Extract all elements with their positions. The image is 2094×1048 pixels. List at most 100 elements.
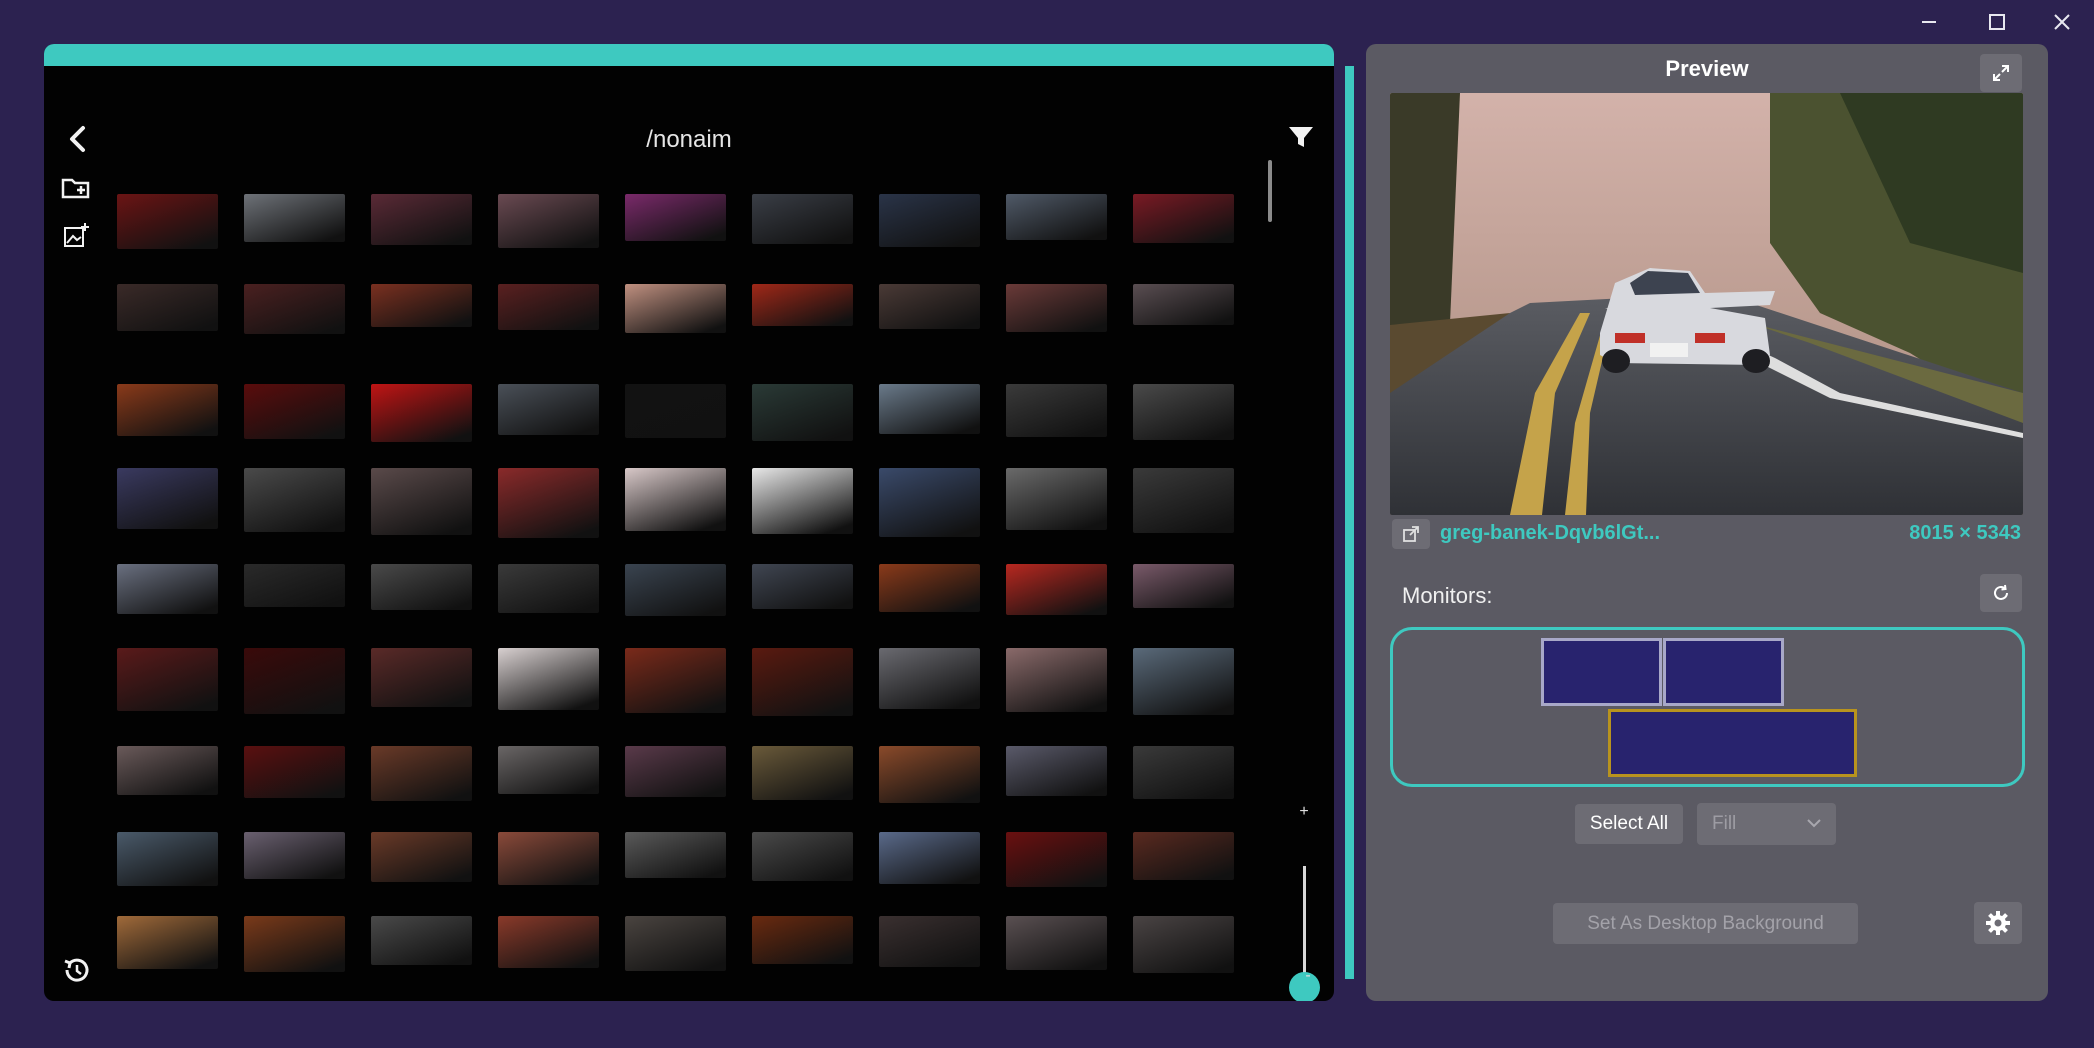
wallpaper-thumbnail[interactable]	[752, 284, 853, 326]
fill-mode-select[interactable]: Fill	[1697, 803, 1836, 845]
wallpaper-thumbnail[interactable]	[625, 832, 726, 878]
wallpaper-thumbnail[interactable]	[498, 746, 599, 794]
wallpaper-thumbnail[interactable]	[1006, 746, 1107, 796]
wallpaper-thumbnail[interactable]	[117, 284, 218, 331]
wallpaper-thumbnail[interactable]	[1006, 564, 1107, 615]
refresh-monitors-button[interactable]	[1980, 574, 2022, 612]
wallpaper-thumbnail[interactable]	[244, 916, 345, 972]
wallpaper-thumbnail[interactable]	[371, 916, 472, 965]
wallpaper-thumbnail[interactable]	[625, 564, 726, 616]
wallpaper-thumbnail[interactable]	[371, 468, 472, 535]
wallpaper-thumbnail[interactable]	[1133, 194, 1234, 243]
wallpaper-thumbnail[interactable]	[752, 468, 853, 534]
wallpaper-thumbnail[interactable]	[371, 648, 472, 707]
wallpaper-thumbnail[interactable]	[1006, 832, 1107, 887]
back-button[interactable]	[60, 122, 94, 156]
wallpaper-thumbnail[interactable]	[244, 832, 345, 879]
monitor-3[interactable]	[1608, 709, 1857, 777]
expand-preview-button[interactable]	[1980, 54, 2022, 92]
wallpaper-thumbnail[interactable]	[1133, 832, 1234, 880]
wallpaper-thumbnail[interactable]	[117, 194, 218, 249]
monitor-2[interactable]	[1663, 638, 1784, 706]
monitor-1[interactable]	[1541, 638, 1662, 706]
wallpaper-thumbnail[interactable]	[625, 648, 726, 713]
wallpaper-thumbnail[interactable]	[1133, 648, 1234, 715]
wallpaper-thumbnail[interactable]	[244, 194, 345, 242]
select-all-button[interactable]: Select All	[1575, 804, 1683, 844]
wallpaper-thumbnail[interactable]	[117, 832, 218, 886]
wallpaper-thumbnail[interactable]	[371, 746, 472, 801]
wallpaper-thumbnail[interactable]	[117, 564, 218, 614]
wallpaper-thumbnail[interactable]	[1006, 468, 1107, 530]
set-desktop-background-button[interactable]: Set As Desktop Background	[1553, 903, 1858, 944]
close-button[interactable]	[2037, 8, 2087, 36]
wallpaper-thumbnail[interactable]	[752, 916, 853, 964]
minimize-button[interactable]	[1904, 8, 1954, 36]
grid-scrollbar[interactable]	[1268, 160, 1272, 222]
wallpaper-thumbnail[interactable]	[498, 468, 599, 538]
wallpaper-thumbnail[interactable]	[117, 648, 218, 711]
wallpaper-thumbnail[interactable]	[879, 194, 980, 247]
wallpaper-thumbnail[interactable]	[498, 832, 599, 885]
wallpaper-thumbnail[interactable]	[1006, 384, 1107, 437]
wallpaper-thumbnail[interactable]	[879, 648, 980, 709]
wallpaper-thumbnail[interactable]	[879, 746, 980, 803]
wallpaper-thumbnail[interactable]	[498, 564, 599, 613]
wallpaper-thumbnail[interactable]	[1133, 916, 1234, 973]
wallpaper-thumbnail[interactable]	[244, 564, 345, 607]
wallpaper-thumbnail[interactable]	[1133, 468, 1234, 533]
wallpaper-thumbnail[interactable]	[117, 468, 218, 529]
add-folder-button[interactable]	[58, 170, 94, 204]
wallpaper-thumbnail[interactable]	[752, 194, 853, 244]
wallpaper-thumbnail[interactable]	[244, 284, 345, 334]
open-external-button[interactable]	[1392, 519, 1430, 549]
wallpaper-thumbnail[interactable]	[752, 648, 853, 716]
wallpaper-thumbnail[interactable]	[1006, 916, 1107, 970]
wallpaper-thumbnail[interactable]	[244, 384, 345, 439]
wallpaper-thumbnail[interactable]	[625, 194, 726, 241]
wallpaper-thumbnail[interactable]	[117, 384, 218, 436]
wallpaper-thumbnail[interactable]	[752, 832, 853, 881]
settings-button[interactable]	[1974, 902, 2022, 944]
wallpaper-thumbnail[interactable]	[879, 384, 980, 434]
wallpaper-thumbnail[interactable]	[1006, 284, 1107, 332]
wallpaper-thumbnail[interactable]	[1133, 746, 1234, 799]
wallpaper-thumbnail[interactable]	[752, 384, 853, 441]
wallpaper-thumbnail[interactable]	[498, 384, 599, 435]
wallpaper-thumbnail[interactable]	[879, 468, 980, 537]
wallpaper-thumbnail[interactable]	[879, 832, 980, 884]
wallpaper-thumbnail[interactable]	[498, 284, 599, 330]
wallpaper-thumbnail[interactable]	[117, 746, 218, 795]
wallpaper-thumbnail[interactable]	[625, 384, 726, 438]
wallpaper-thumbnail[interactable]	[625, 916, 726, 971]
wallpaper-thumbnail[interactable]	[244, 648, 345, 714]
wallpaper-thumbnail[interactable]	[879, 564, 980, 612]
wallpaper-thumbnail[interactable]	[371, 284, 472, 327]
wallpaper-thumbnail[interactable]	[625, 284, 726, 333]
wallpaper-thumbnail[interactable]	[498, 194, 599, 248]
wallpaper-thumbnail[interactable]	[1006, 194, 1107, 240]
wallpaper-thumbnail[interactable]	[117, 916, 218, 969]
wallpaper-thumbnail[interactable]	[879, 284, 980, 329]
history-button[interactable]	[58, 952, 94, 988]
wallpaper-thumbnail[interactable]	[625, 468, 726, 531]
wallpaper-thumbnail[interactable]	[625, 746, 726, 797]
wallpaper-thumbnail[interactable]	[244, 468, 345, 532]
wallpaper-thumbnail[interactable]	[1133, 384, 1234, 440]
wallpaper-thumbnail[interactable]	[1006, 648, 1107, 712]
wallpaper-thumbnail[interactable]	[752, 746, 853, 800]
wallpaper-thumbnail[interactable]	[371, 384, 472, 442]
filter-button[interactable]	[1284, 120, 1318, 154]
wallpaper-thumbnail[interactable]	[498, 648, 599, 710]
panel-divider[interactable]	[1345, 66, 1354, 979]
wallpaper-thumbnail[interactable]	[371, 832, 472, 882]
wallpaper-thumbnail[interactable]	[371, 194, 472, 245]
wallpaper-thumbnail[interactable]	[244, 746, 345, 798]
maximize-button[interactable]	[1972, 8, 2022, 36]
wallpaper-thumbnail[interactable]	[371, 564, 472, 610]
wallpaper-thumbnail[interactable]	[1133, 284, 1234, 325]
wallpaper-thumbnail[interactable]	[498, 916, 599, 968]
wallpaper-thumbnail[interactable]	[1133, 564, 1234, 608]
wallpaper-thumbnail[interactable]	[879, 916, 980, 967]
wallpaper-thumbnail[interactable]	[752, 564, 853, 609]
